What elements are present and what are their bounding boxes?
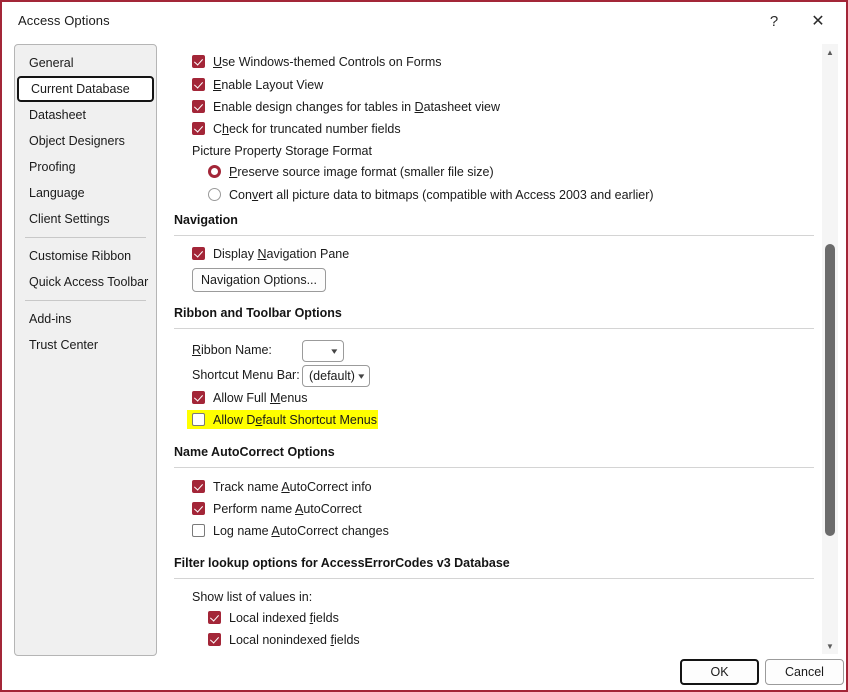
- checkbox-perform-name-autocorrect[interactable]: Perform name AutoCorrect: [192, 502, 362, 516]
- options-content-pane: Use Windows-themed Controls on Forms Ena…: [170, 44, 818, 652]
- checkbox-local-indexed-fields[interactable]: Local indexed fields: [208, 611, 339, 625]
- sidebar-item-proofing[interactable]: Proofing: [15, 154, 156, 180]
- checkbox-use-windows-themed-controls[interactable]: Use Windows-themed Controls on Forms: [192, 55, 442, 69]
- checkbox-indicator[interactable]: [208, 633, 221, 646]
- radio-convert-to-bitmaps[interactable]: Convert all picture data to bitmaps (com…: [208, 188, 654, 202]
- sidebar-item-quick-access-toolbar[interactable]: Quick Access Toolbar: [15, 269, 156, 295]
- group-heading-navigation: Navigation: [174, 213, 238, 227]
- radio-preserve-source-image-format[interactable]: Preserve source image format (smaller fi…: [208, 165, 494, 179]
- checkbox-log-name-autocorrect-changes[interactable]: Log name AutoCorrect changes: [192, 524, 389, 538]
- ok-button[interactable]: OK: [680, 659, 759, 685]
- scroll-up-icon[interactable]: ▲: [822, 44, 838, 60]
- scroll-down-icon[interactable]: ▼: [822, 638, 838, 654]
- checkbox-indicator[interactable]: [192, 502, 205, 515]
- checkbox-allow-full-menus[interactable]: Allow Full Menus: [192, 391, 308, 405]
- show-list-of-values-label: Show list of values in:: [192, 590, 313, 604]
- checkbox-enable-design-changes[interactable]: Enable design changes for tables in Data…: [192, 100, 500, 114]
- sidebar-divider-2: [25, 300, 146, 301]
- navigation-options-button[interactable]: Navigation Options...: [192, 268, 326, 292]
- cancel-button[interactable]: Cancel: [765, 659, 844, 685]
- sidebar-item-customise-ribbon[interactable]: Customise Ribbon: [15, 243, 156, 269]
- checkbox-indicator[interactable]: [208, 611, 221, 624]
- radio-indicator[interactable]: [208, 188, 221, 201]
- shortcut-menu-bar-select[interactable]: (default) ▾: [302, 365, 370, 387]
- checkbox-indicator[interactable]: [192, 55, 205, 68]
- group-heading-name-autocorrect: Name AutoCorrect Options: [174, 445, 335, 459]
- sidebar-item-object-designers[interactable]: Object Designers: [15, 128, 156, 154]
- picture-property-storage-format-label: Picture Property Storage Format: [192, 144, 372, 158]
- group-rule-filter-lookup: [174, 578, 814, 579]
- access-options-dialog: Access Options ? ✕ General Current Datab…: [0, 0, 848, 692]
- checkbox-indicator[interactable]: [192, 122, 205, 135]
- sidebar-item-add-ins[interactable]: Add-ins: [15, 306, 156, 332]
- radio-indicator[interactable]: [208, 165, 221, 178]
- checkbox-track-name-autocorrect-info[interactable]: Track name AutoCorrect info: [192, 480, 372, 494]
- chevron-down-icon: ▾: [358, 370, 365, 381]
- group-heading-ribbon-toolbar: Ribbon and Toolbar Options: [174, 306, 342, 320]
- sidebar-item-general[interactable]: General: [15, 50, 156, 76]
- checkbox-allow-default-shortcut-menus[interactable]: Allow Default Shortcut Menus: [192, 413, 377, 427]
- checkbox-indicator[interactable]: [192, 100, 205, 113]
- close-icon[interactable]: ✕: [796, 6, 840, 36]
- sidebar-item-current-database[interactable]: Current Database: [17, 76, 154, 102]
- content-scrollbar[interactable]: ▲ ▼: [822, 44, 838, 654]
- checkbox-indicator[interactable]: [192, 78, 205, 91]
- ribbon-name-select[interactable]: ▾: [302, 340, 344, 362]
- checkbox-indicator[interactable]: [192, 247, 205, 260]
- category-sidebar: General Current Database Datasheet Objec…: [14, 44, 157, 656]
- checkbox-display-navigation-pane[interactable]: Display Navigation Pane: [192, 247, 349, 261]
- ribbon-name-label: Ribbon Name:: [192, 343, 272, 357]
- sidebar-item-datasheet[interactable]: Datasheet: [15, 102, 156, 128]
- checkbox-indicator[interactable]: [192, 391, 205, 404]
- sidebar-item-client-settings[interactable]: Client Settings: [15, 206, 156, 232]
- checkbox-enable-layout-view[interactable]: Enable Layout View: [192, 78, 323, 92]
- checkbox-indicator[interactable]: [192, 524, 205, 537]
- sidebar-item-trust-center[interactable]: Trust Center: [15, 332, 156, 358]
- chevron-down-icon: ▾: [331, 345, 338, 356]
- checkbox-check-truncated-number-fields[interactable]: Check for truncated number fields: [192, 122, 401, 136]
- page-title: Access Options: [18, 13, 110, 28]
- group-heading-filter-lookup: Filter lookup options for AccessErrorCod…: [174, 556, 510, 570]
- sidebar-divider-1: [25, 237, 146, 238]
- scrollbar-thumb[interactable]: [825, 244, 835, 536]
- shortcut-menu-bar-label: Shortcut Menu Bar:: [192, 368, 300, 382]
- help-icon[interactable]: ?: [752, 6, 796, 36]
- shortcut-menu-bar-value: (default): [309, 369, 355, 383]
- group-rule-name-autocorrect: [174, 467, 814, 468]
- group-rule-navigation: [174, 235, 814, 236]
- checkbox-indicator[interactable]: [192, 413, 205, 426]
- group-rule-ribbon-toolbar: [174, 328, 814, 329]
- checkbox-local-nonindexed-fields[interactable]: Local nonindexed fields: [208, 633, 360, 647]
- title-bar: Access Options ? ✕: [2, 2, 846, 40]
- sidebar-item-language[interactable]: Language: [15, 180, 156, 206]
- checkbox-indicator[interactable]: [192, 480, 205, 493]
